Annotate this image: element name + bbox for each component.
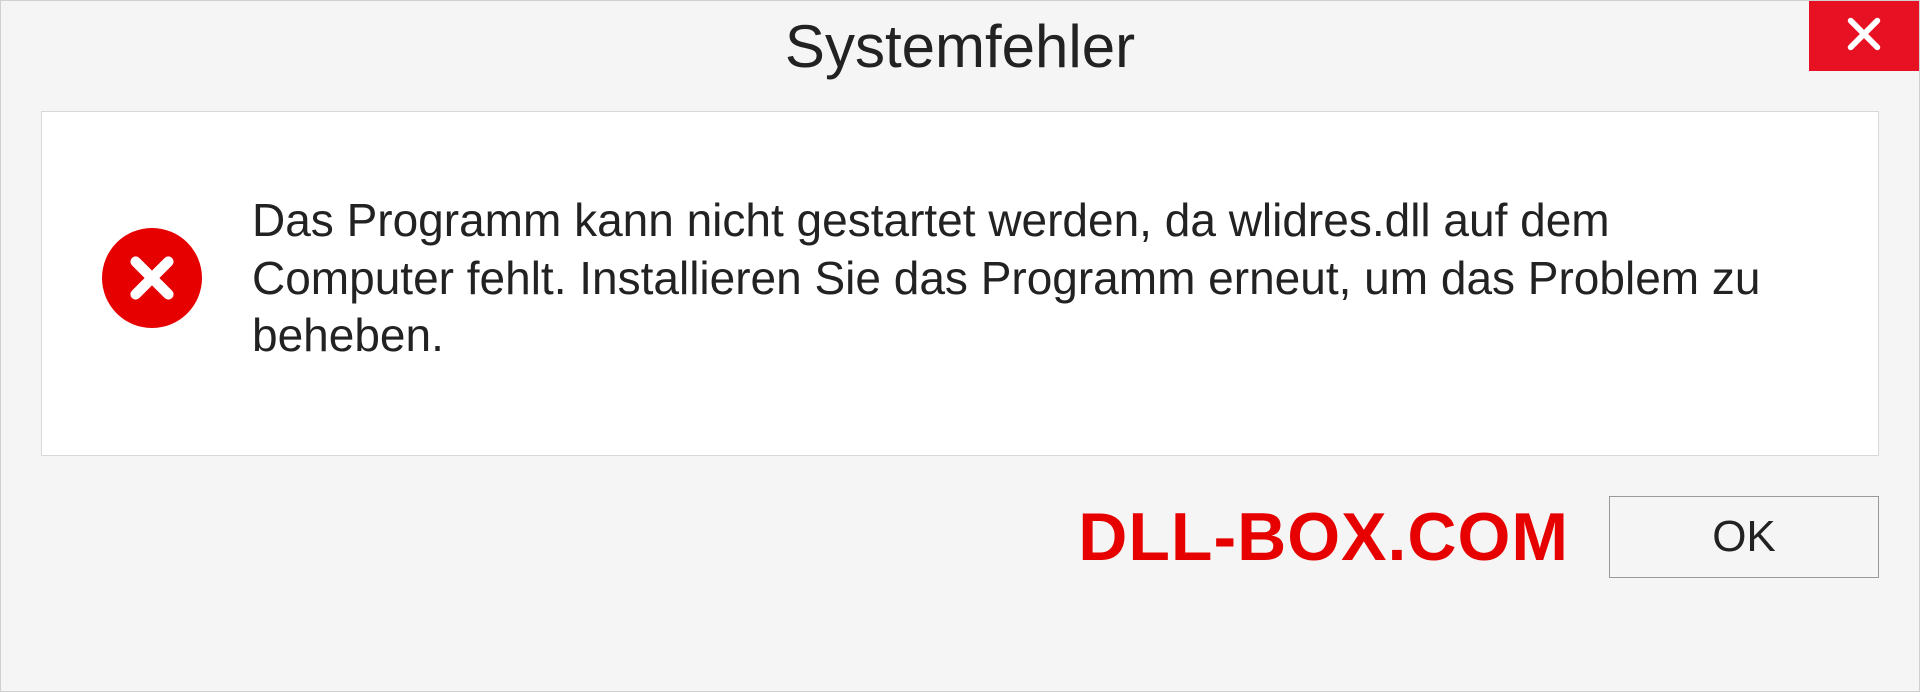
- bottom-bar: DLL-BOX.COM OK: [1, 486, 1919, 608]
- watermark-text: DLL-BOX.COM: [1078, 498, 1569, 576]
- error-icon: [102, 228, 202, 328]
- error-dialog: Systemfehler Das Programm kann nicht ges…: [0, 0, 1920, 692]
- close-button[interactable]: [1809, 1, 1919, 71]
- close-icon: [1844, 14, 1884, 59]
- title-bar: Systemfehler: [1, 1, 1919, 91]
- dialog-title: Systemfehler: [785, 12, 1135, 81]
- content-area: Das Programm kann nicht gestartet werden…: [41, 111, 1879, 456]
- error-message: Das Programm kann nicht gestartet werden…: [252, 192, 1818, 365]
- ok-button[interactable]: OK: [1609, 496, 1879, 578]
